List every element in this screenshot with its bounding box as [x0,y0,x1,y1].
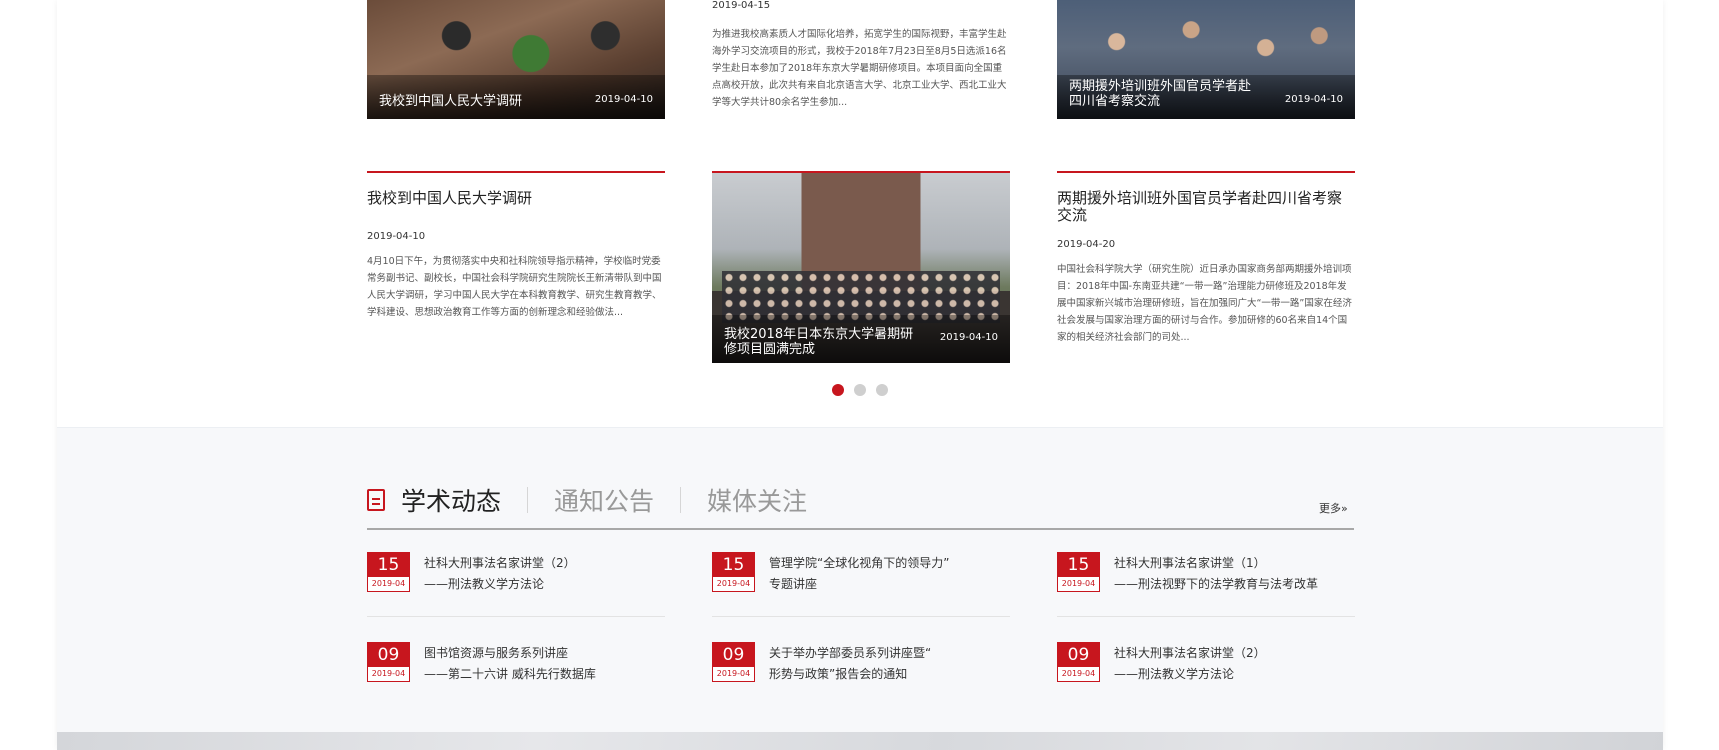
tab-academic[interactable]: 学术动态 [401,482,501,518]
news-title[interactable]: 两期援外培训班外国官员学者赴四川省考察交流 [1057,190,1355,224]
news-photo-card[interactable]: 两期援外培训班外国官员学者赴四川省考察交流 2019-04-10 [1057,0,1355,119]
event-subtitle[interactable]: 专题讲座 [769,575,817,592]
event-divider [1057,616,1355,617]
tab-media[interactable]: 媒体关注 [707,482,807,518]
event-day: 09 [368,643,409,667]
pagination-dot[interactable] [832,384,844,396]
photo-caption: 两期援外培训班外国官员学者赴四川省考察交流 [1069,79,1252,109]
news-text-card[interactable]: 两期援外培训班外国官员学者赴四川省考察交流 2019-04-20 中国社会科学院… [1057,171,1355,346]
photo-date: 2019-04-10 [1284,94,1343,105]
news-date: 2019-04-20 [1057,239,1116,250]
event-subtitle[interactable]: ——刑法教义学方法论 [1114,665,1234,682]
event-day: 09 [713,643,754,667]
photo-caption: 我校到中国人民大学调研 [379,94,523,109]
event-month: 2019-04 [1061,669,1096,678]
event-month: 2019-04 [716,669,751,678]
pagination-dot[interactable] [876,384,888,396]
document-icon [367,489,385,511]
calendar-badge: 15 2019-04 [1057,552,1100,592]
section-tabs: 学术动态 通知公告 媒体关注 [367,482,807,518]
photo-caption: 我校2018年日本东京大学暑期研修项目圆满完成 [724,327,914,357]
event-title[interactable]: 管理学院“全球化视角下的领导力” [769,554,949,571]
calendar-badge: 15 2019-04 [367,552,410,592]
event-subtitle[interactable]: 形势与政策”报告会的通知 [769,665,907,682]
event-title[interactable]: 社科大刑事法名家讲堂（2） [1114,644,1266,661]
news-date: 2019-04-10 [367,231,426,242]
pagination-dot[interactable] [854,384,866,396]
academic-section [57,427,1663,733]
event-subtitle[interactable]: ——刑法视野下的法学教育与法考改革 [1114,575,1318,592]
news-photo-card[interactable]: 我校到中国人民大学调研 2019-04-10 [367,0,665,119]
calendar-badge: 09 2019-04 [712,642,755,682]
event-month: 2019-04 [371,669,406,678]
carousel-pagination [832,384,888,396]
tab-divider [527,487,529,513]
event-subtitle[interactable]: ——第二十六讲 威科先行数据库 [424,665,596,682]
photo-date: 2019-04-10 [939,332,998,343]
event-divider [712,616,1010,617]
event-month: 2019-04 [1061,579,1096,588]
event-day: 15 [713,553,754,577]
more-link[interactable]: 更多» [1319,500,1348,516]
page-container: 我校到中国人民大学调研 2019-04-10 2019-04-15 为推进我校高… [57,0,1663,750]
event-month: 2019-04 [716,579,751,588]
event-title[interactable]: 社科大刑事法名家讲堂（1） [1114,554,1266,571]
news-carousel: 我校到中国人民大学调研 2019-04-10 2019-04-15 为推进我校高… [57,0,1663,427]
photo-date: 2019-04-10 [594,94,653,105]
tab-divider [680,487,682,513]
news-text-card[interactable]: 我校到中国人民大学调研 2019-04-10 4月10日下午，为贯彻落实中央和社… [367,171,665,321]
calendar-badge: 15 2019-04 [712,552,755,592]
news-photo-card[interactable]: 我校2018年日本东京大学暑期研修项目圆满完成 2019-04-10 [712,171,1010,363]
tab-underline [367,528,1354,530]
calendar-badge: 09 2019-04 [1057,642,1100,682]
calendar-badge: 09 2019-04 [367,642,410,682]
news-title[interactable]: 我校到中国人民大学调研 [367,190,665,207]
event-title[interactable]: 图书馆资源与服务系列讲座 [424,644,568,661]
news-summary: 为推进我校高素质人才国际化培养，拓宽学生的国际视野，丰富学生赴海外学习交流项目的… [712,29,1007,108]
news-summary: 4月10日下午，为贯彻落实中央和社科院领导指示精神，学校临时党委常务副书记、副校… [367,256,662,318]
footer-banner [57,732,1663,750]
event-title[interactable]: 社科大刑事法名家讲堂（2） [424,554,576,571]
event-title[interactable]: 关于举办学部委员系列讲座暨“ [769,644,931,661]
event-day: 09 [1058,643,1099,667]
event-subtitle[interactable]: ——刑法教义学方法论 [424,575,544,592]
event-month: 2019-04 [371,579,406,588]
event-day: 15 [1058,553,1099,577]
news-date: 2019-04-15 [712,0,771,11]
event-divider [367,616,665,617]
news-summary: 中国社会科学院大学（研究生院）近日承办国家商务部两期援外培训项目：2018年中国… [1057,264,1352,343]
tab-notices[interactable]: 通知公告 [554,482,654,518]
event-day: 15 [368,553,409,577]
